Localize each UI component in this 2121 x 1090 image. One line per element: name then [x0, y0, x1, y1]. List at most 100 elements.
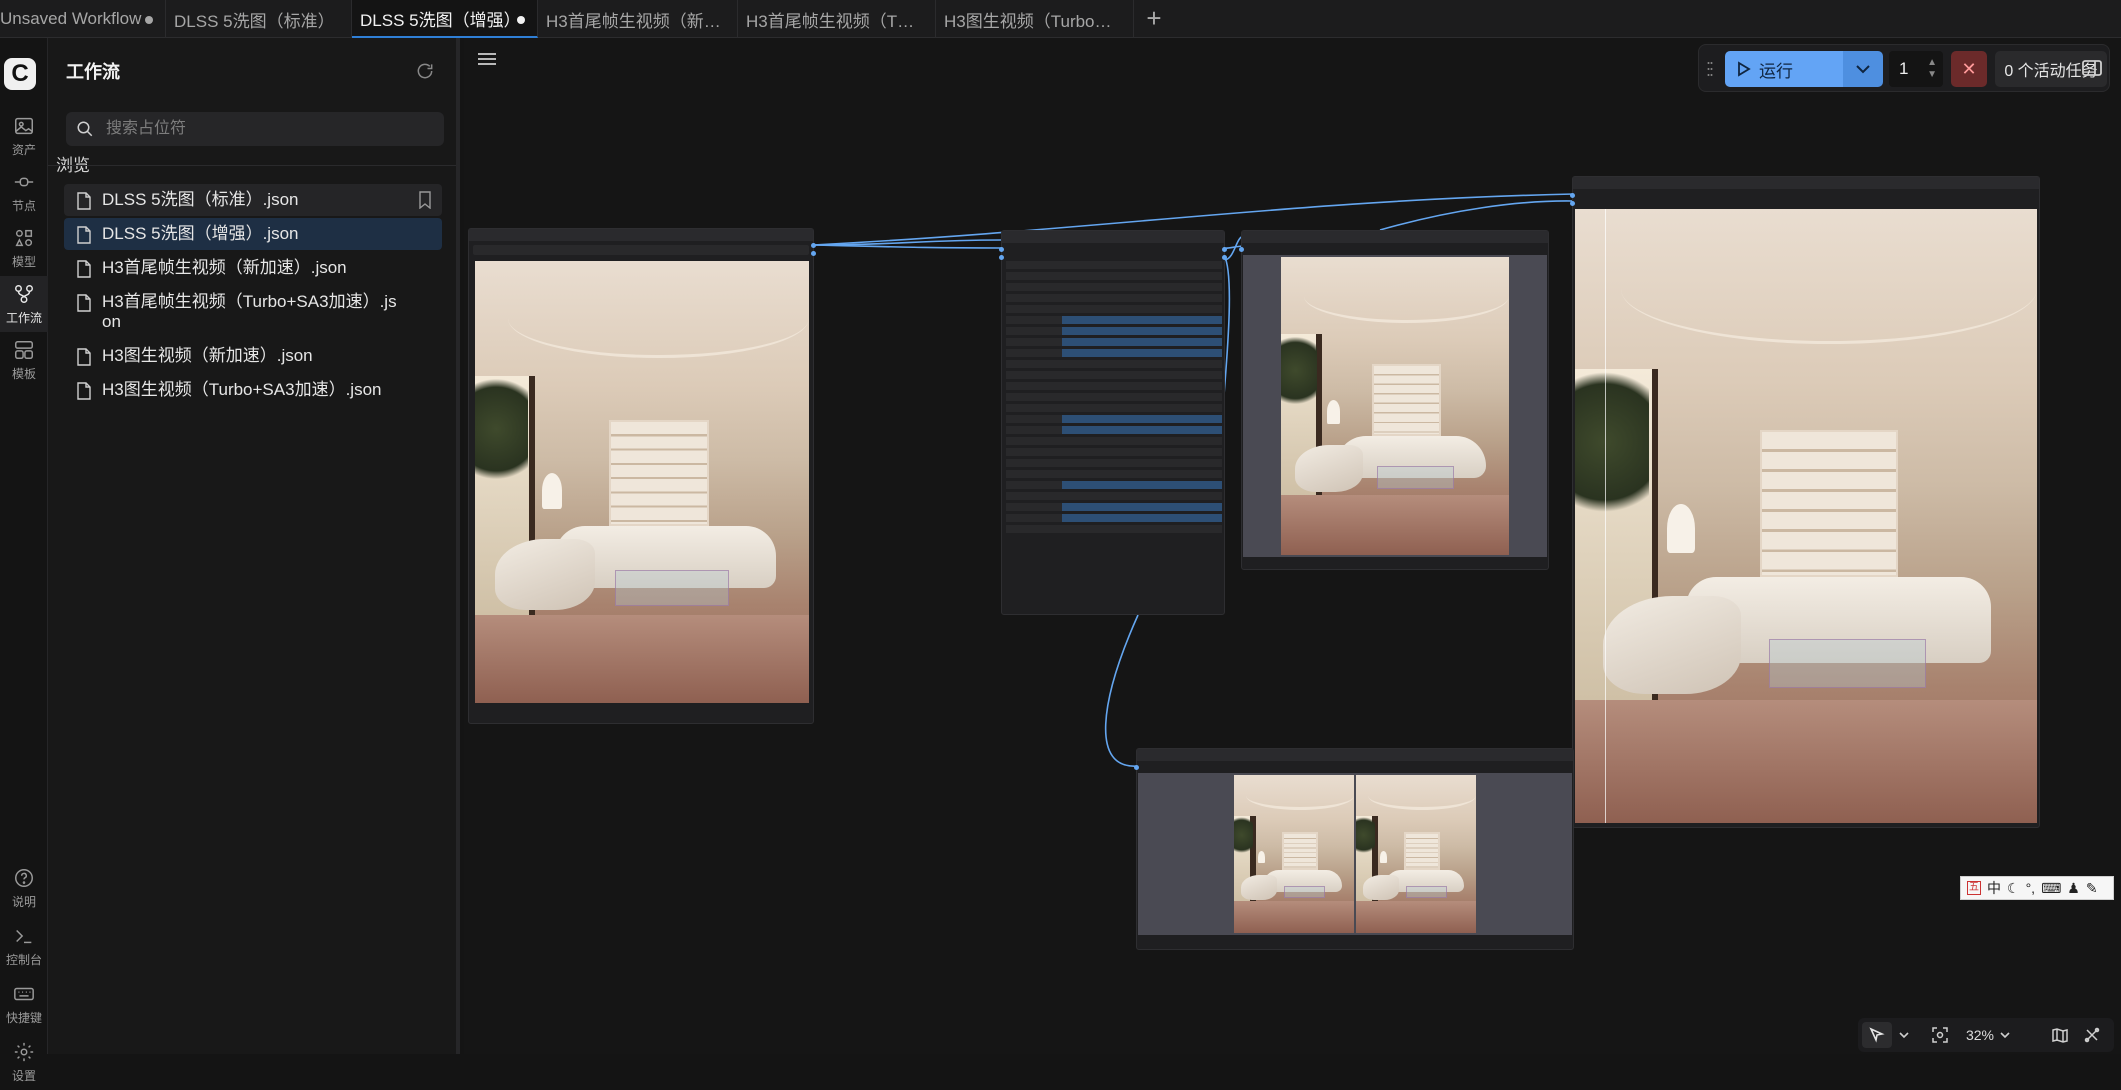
file-icon: [77, 294, 91, 312]
wrench-icon: ✎: [2085, 879, 2098, 896]
file-name: H3图生视频（新加速）.json: [102, 346, 313, 365]
fit-view-button[interactable]: [1928, 1022, 1952, 1048]
node-title-bar: [1573, 177, 2039, 189]
zoom-level: 32%: [1965, 1027, 1995, 1043]
tab-h3-img2video-turbo[interactable]: H3图生视频（Turbo…: [936, 0, 1134, 38]
tool-dropdown[interactable]: [1894, 1022, 1914, 1048]
sidebar-item-workflow[interactable]: 工作流: [0, 276, 48, 332]
link-off-icon: [2084, 1027, 2100, 1043]
output-port[interactable]: [811, 251, 816, 256]
file-icon: [77, 192, 91, 210]
cancel-run-button[interactable]: ✕: [1951, 51, 1987, 87]
ime-toolbar[interactable]: 五 中 ☾ °, ⌨ ♟ ✎: [1960, 876, 2114, 900]
workflow-file-item[interactable]: DLSS 5洗图（标准）.json: [64, 184, 442, 216]
queue-count-value: 1: [1899, 59, 1909, 78]
tab-label: Unsaved Workflow: [0, 9, 142, 28]
sidebar-item-console[interactable]: 控制台: [0, 918, 48, 974]
chevron-down-icon: [2000, 1032, 2010, 1039]
zoom-level-dropdown[interactable]: 32%: [1962, 1022, 2014, 1048]
play-icon: [1738, 61, 1751, 77]
tab-dlss-standard[interactable]: DLSS 5洗图（标准）: [166, 0, 352, 38]
search-icon: [77, 121, 93, 137]
unsaved-dot-icon: [517, 16, 525, 24]
workflow-file-item[interactable]: H3图生视频（新加速）.json: [64, 340, 442, 372]
keyboard-icon: [14, 987, 34, 1000]
tab-bar: Unsaved Workflow DLSS 5洗图（标准） DLSS 5洗图（增…: [0, 0, 2121, 38]
ime-logo-icon: 五: [1967, 881, 1981, 895]
comparison-image-preview: [1575, 209, 2037, 823]
image-select-widget[interactable]: [473, 245, 809, 255]
workflow-icon: [15, 284, 33, 303]
sidebar-item-models[interactable]: 模型: [0, 220, 48, 276]
bookmark-icon[interactable]: [418, 191, 432, 209]
menu-icon[interactable]: [478, 52, 496, 66]
preview-area: [1243, 255, 1547, 557]
file-icon: [77, 382, 91, 400]
file-name: H3首尾帧生视频（新加速）.json: [102, 258, 347, 277]
model-icon: [15, 229, 33, 246]
workflow-file-item[interactable]: H3图生视频（Turbo+SA3加速）.json: [64, 374, 442, 406]
workflow-file-item[interactable]: DLSS 5洗图（增强）.json: [64, 218, 442, 250]
sidebar-item-settings[interactable]: 设置: [0, 1034, 48, 1090]
sidebar-item-label: 快捷键: [5, 1010, 42, 1025]
tab-unsaved-workflow[interactable]: Unsaved Workflow: [0, 0, 166, 38]
tab-label: DLSS 5洗图（增强）: [360, 10, 521, 30]
help-icon: [15, 868, 33, 887]
workflow-file-item[interactable]: H3首尾帧生视频（Turbo+SA3加速）.json: [64, 286, 404, 338]
sidebar-item-templates[interactable]: 模板: [0, 332, 48, 388]
tab-dlss-enhanced[interactable]: DLSS 5洗图（增强）: [352, 0, 538, 38]
add-tab-icon[interactable]: +: [1140, 5, 1168, 32]
sidebar-item-shortcuts[interactable]: 快捷键: [0, 976, 48, 1032]
file-icon: [77, 348, 91, 366]
run-label: 运行: [1759, 61, 1793, 81]
chevron-down-icon: [1856, 65, 1870, 74]
compare-divider[interactable]: [1605, 209, 1606, 823]
sidebar-item-label: 模板: [11, 366, 36, 381]
input-port[interactable]: [1570, 201, 1575, 206]
input-port[interactable]: [1239, 247, 1244, 252]
node-title-bar: [469, 229, 813, 241]
dlss-process-node[interactable]: [999, 230, 1227, 615]
preview-area: [1138, 773, 1572, 935]
refresh-icon[interactable]: [415, 61, 435, 81]
workflow-file-item[interactable]: H3首尾帧生视频（新加速）.json: [64, 252, 442, 284]
run-button[interactable]: 运行: [1725, 51, 1843, 87]
output-port[interactable]: [811, 243, 816, 248]
image-compare-node[interactable]: [1570, 176, 2040, 828]
input-port[interactable]: [999, 247, 1004, 252]
file-name: DLSS 5洗图（标准）.json: [102, 190, 299, 209]
drag-handle-icon[interactable]: [1707, 61, 1713, 77]
input-port[interactable]: [1134, 765, 1139, 770]
side-by-side-preview-node[interactable]: [1134, 748, 1574, 950]
input-port[interactable]: [1570, 193, 1575, 198]
load-image-node[interactable]: [468, 228, 816, 724]
search-input[interactable]: [104, 112, 434, 146]
browse-label: 浏览: [56, 156, 90, 175]
workflow-panel: 工作流 浏览 DLSS 5洗图（标准）.json DLSS 5洗图（增强）.js…: [48, 38, 460, 1054]
sidebar-item-help[interactable]: 说明: [0, 860, 48, 916]
map-icon: [2052, 1028, 2068, 1043]
panel-toggle-icon[interactable]: [2080, 50, 2104, 86]
tab-h3-first-last-new[interactable]: H3首尾帧生视频（新…: [538, 0, 738, 38]
after-image-preview: [1356, 775, 1476, 933]
queue-count-stepper[interactable]: 1 ▲ ▼: [1889, 51, 1943, 87]
run-options-dropdown[interactable]: [1843, 51, 1883, 87]
input-port[interactable]: [999, 255, 1004, 260]
select-tool-button[interactable]: [1862, 1022, 1892, 1048]
output-port[interactable]: [1222, 247, 1227, 252]
tab-h3-first-last-turbo[interactable]: H3首尾帧生视频（T…: [738, 0, 936, 38]
unsaved-dot-icon: [145, 16, 153, 24]
hide-links-button[interactable]: [2080, 1022, 2104, 1048]
preview-image-node[interactable]: [1239, 230, 1549, 570]
app-logo[interactable]: C: [4, 58, 36, 90]
stepper-arrows-icon[interactable]: ▲ ▼: [1927, 57, 1937, 81]
output-port[interactable]: [1222, 255, 1227, 260]
node-title-bar: [1242, 231, 1548, 243]
sidebar-item-nodes[interactable]: 节点: [0, 164, 48, 220]
minimap-button[interactable]: [2048, 1022, 2072, 1048]
ime-mode-label: 中: [1987, 880, 2001, 896]
sidebar-item-assets[interactable]: 资产: [0, 108, 48, 164]
sidebar-item-label: 控制台: [5, 952, 42, 967]
punctuation-icon: °,: [2025, 880, 2036, 896]
processed-image-preview: [1281, 257, 1509, 555]
